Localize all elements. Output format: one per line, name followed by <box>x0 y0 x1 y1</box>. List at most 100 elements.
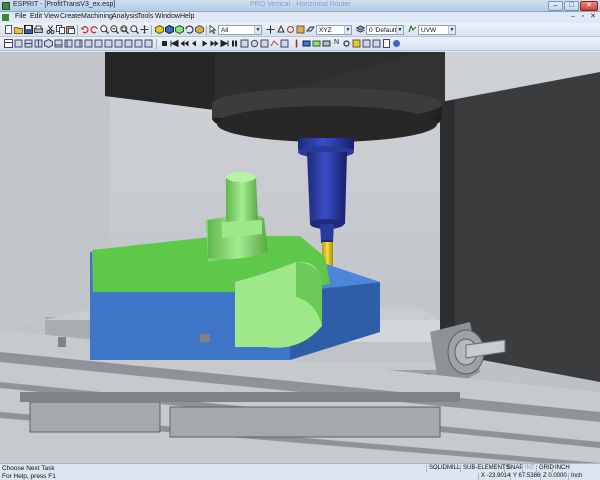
status-mode-int[interactable]: INT <box>522 465 535 472</box>
status-mode-inch[interactable]: INCH <box>552 465 570 472</box>
part-cylinder-boss <box>226 178 258 224</box>
machine-icon[interactable] <box>280 39 289 48</box>
toolpath-icon[interactable] <box>270 39 279 48</box>
zoom-fit-icon[interactable] <box>130 25 139 34</box>
transparency-icon[interactable] <box>362 39 371 48</box>
status-mode-solidmill[interactable]: SOLIDMILL <box>426 465 460 472</box>
chevron-down-icon[interactable]: ▼ <box>344 26 351 34</box>
menu-window[interactable]: Window <box>155 13 180 20</box>
redo-icon[interactable] <box>90 25 99 34</box>
view-front-icon[interactable] <box>14 39 23 48</box>
plane-select[interactable]: XYZ ▼ <box>316 25 352 35</box>
shade-icon[interactable] <box>155 25 164 34</box>
layout-icon[interactable] <box>4 39 13 48</box>
rotate-icon[interactable] <box>185 25 194 34</box>
work-plane-select[interactable]: UVW ▼ <box>418 25 456 35</box>
menu-analysis[interactable]: Analysis <box>112 13 138 20</box>
new-icon[interactable] <box>4 25 13 34</box>
menu-edit[interactable]: Edit <box>30 13 42 20</box>
view-next-icon[interactable] <box>144 39 153 48</box>
chevron-down-icon[interactable]: ▼ <box>254 26 261 34</box>
zoom-window-icon[interactable] <box>120 25 129 34</box>
zoom-in-icon[interactable] <box>100 25 109 34</box>
document-icon[interactable] <box>2 14 9 21</box>
esprit-app-icon[interactable] <box>2 2 10 10</box>
fast-forward-icon[interactable] <box>220 39 229 48</box>
view-iso-icon[interactable] <box>44 39 53 48</box>
view-back-icon[interactable] <box>64 39 73 48</box>
simulate-icon[interactable] <box>240 39 249 48</box>
view-side-icon[interactable] <box>34 39 43 48</box>
view-custom-icon[interactable] <box>114 39 123 48</box>
rewind-icon[interactable] <box>170 39 179 48</box>
report-icon[interactable] <box>382 39 391 48</box>
status-mode-snap[interactable]: SNAP <box>504 465 523 472</box>
view-previous-icon[interactable] <box>134 39 143 48</box>
paste-icon[interactable] <box>66 25 75 34</box>
fixture-icon[interactable] <box>322 39 331 48</box>
copy-icon[interactable] <box>56 25 65 34</box>
mdi-close-button[interactable]: ✕ <box>589 13 597 21</box>
pan-icon[interactable] <box>140 25 149 34</box>
view-normal-icon[interactable] <box>94 39 103 48</box>
step-forward-icon[interactable] <box>210 39 219 48</box>
maximize-button[interactable]: □ <box>564 1 579 11</box>
print-icon[interactable] <box>34 25 43 34</box>
menu-view[interactable]: View <box>44 13 59 20</box>
view-right-icon[interactable] <box>74 39 83 48</box>
mdi-window-controls: – ▫ ✕ <box>567 13 597 21</box>
menu-help[interactable]: Help <box>180 13 194 20</box>
stop-icon[interactable] <box>160 39 169 48</box>
settings-icon[interactable] <box>342 39 351 48</box>
work-plane-icon[interactable] <box>408 25 417 34</box>
graphics-viewport[interactable] <box>0 52 600 463</box>
layer-icon[interactable] <box>356 25 365 34</box>
play-icon[interactable] <box>200 39 209 48</box>
menu-file[interactable]: File <box>15 13 26 20</box>
section-icon[interactable] <box>372 39 381 48</box>
simulation-options-icon[interactable] <box>260 39 269 48</box>
measure-icon[interactable] <box>286 25 295 34</box>
selection-filter-select[interactable]: All ▼ <box>218 25 262 35</box>
layer-select[interactable]: 0 'Default' ▼ <box>366 25 404 35</box>
tool-icon[interactable] <box>292 39 301 48</box>
step-icon[interactable] <box>190 39 199 48</box>
save-icon[interactable] <box>24 25 33 34</box>
view-saved-icon[interactable] <box>124 39 133 48</box>
snap-grid-icon[interactable] <box>276 25 285 34</box>
info-icon[interactable] <box>392 39 401 48</box>
select-arrow-icon[interactable] <box>208 25 217 34</box>
open-icon[interactable] <box>14 25 23 34</box>
undo-icon[interactable] <box>80 25 89 34</box>
color-icon[interactable] <box>352 39 361 48</box>
simulation-toolbar: N <box>0 37 600 51</box>
snap-point-icon[interactable] <box>266 25 275 34</box>
part-icon[interactable] <box>312 39 321 48</box>
close-button[interactable]: ✕ <box>580 1 598 11</box>
hidden-line-icon[interactable] <box>175 25 184 34</box>
wireframe-icon[interactable] <box>165 25 174 34</box>
view-plane-icon[interactable] <box>104 39 113 48</box>
chevron-down-icon[interactable]: ▼ <box>448 26 455 34</box>
step-back-icon[interactable] <box>180 39 189 48</box>
mdi-minimize-button[interactable]: – <box>569 13 577 21</box>
view-bottom-icon[interactable] <box>54 39 63 48</box>
cut-icon[interactable] <box>46 25 55 34</box>
menu-create[interactable]: Create <box>60 13 81 20</box>
chevron-down-icon[interactable]: ▼ <box>396 26 403 34</box>
plane-icon[interactable] <box>306 25 315 34</box>
menu-machining[interactable]: Machining <box>81 13 113 20</box>
select-mode-icon[interactable] <box>195 25 204 34</box>
minimize-button[interactable]: – <box>548 1 563 11</box>
mdi-restore-button[interactable]: ▫ <box>579 13 587 21</box>
menu-tools[interactable]: Tools <box>137 13 153 20</box>
status-mode-subelements[interactable]: SUB-ELEMENTS <box>460 465 510 472</box>
verify-icon[interactable] <box>250 39 259 48</box>
zoom-out-icon[interactable] <box>110 25 119 34</box>
standard-toolbar: All ▼ XYZ ▼ 0 'Default' ▼ UVW ▼ <box>0 23 600 37</box>
view-top-icon[interactable] <box>24 39 33 48</box>
pause-icon[interactable] <box>230 39 239 48</box>
properties-icon[interactable] <box>296 25 305 34</box>
view-left-icon[interactable] <box>84 39 93 48</box>
stock-icon[interactable] <box>302 39 311 48</box>
